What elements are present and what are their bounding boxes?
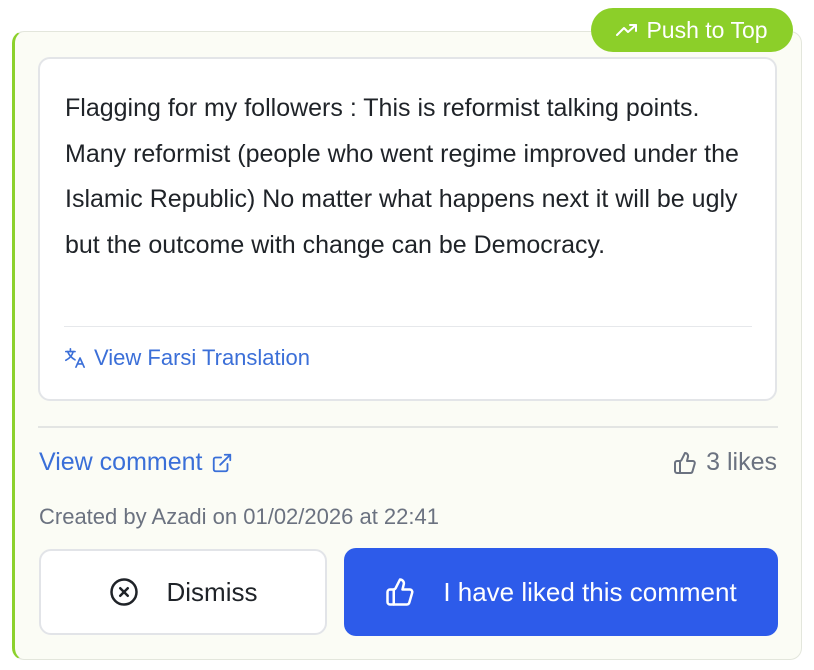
section-divider	[38, 426, 778, 428]
liked-comment-label: I have liked this comment	[443, 576, 737, 607]
likes-label: 3 likes	[706, 448, 777, 476]
push-to-top-button[interactable]: Push to Top	[591, 8, 793, 52]
likes-count: 3 likes	[673, 448, 777, 477]
translate-icon	[65, 348, 85, 368]
view-comment-label: View comment	[39, 448, 203, 476]
dismiss-button[interactable]: Dismiss	[39, 549, 327, 635]
dismiss-label: Dismiss	[166, 576, 258, 607]
comment-text: Flagging for my followers : This is refo…	[65, 94, 739, 259]
view-comment-link[interactable]: View comment	[39, 448, 233, 477]
thumbs-up-icon	[386, 578, 414, 606]
view-translation-label: View Farsi Translation	[94, 345, 311, 370]
comment-box: Flagging for my followers : This is refo…	[38, 57, 777, 401]
liked-comment-button[interactable]: I have liked this comment	[344, 548, 778, 636]
push-to-top-label: Push to Top	[646, 16, 768, 43]
view-translation-link[interactable]: View Farsi Translation	[64, 345, 310, 371]
created-meta: Created by Azadi on 01/02/2026 at 22:41	[39, 504, 439, 529]
trending-up-icon	[616, 24, 638, 36]
x-circle-icon	[109, 578, 138, 606]
external-link-icon	[212, 453, 231, 472]
comment-divider	[64, 326, 752, 327]
thumbs-up-icon	[674, 451, 696, 474]
